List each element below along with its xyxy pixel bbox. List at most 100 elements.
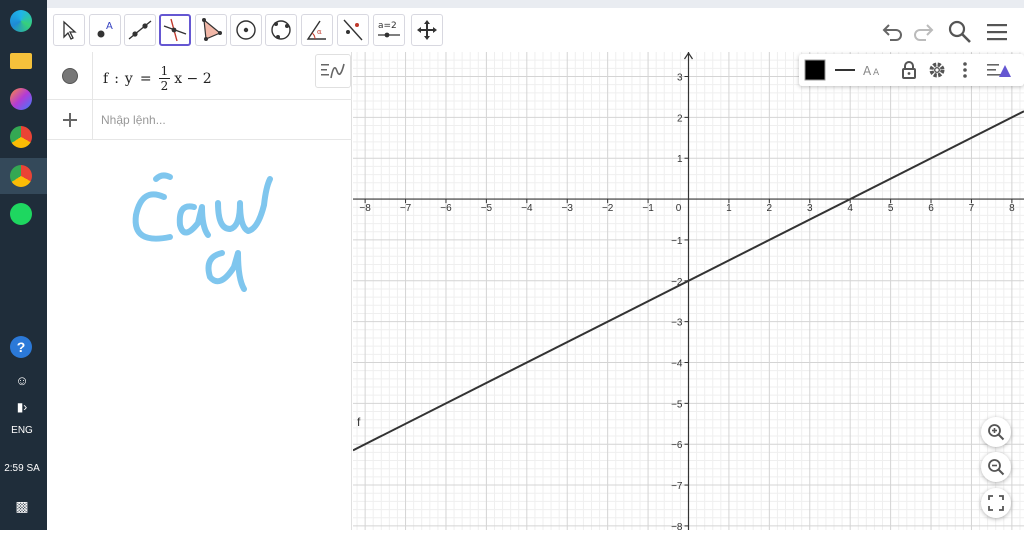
y-tick-label: 2 [677, 113, 683, 124]
line-style-icon [835, 69, 855, 71]
undo-button[interactable] [879, 18, 907, 46]
function-formula[interactable]: f : y = 1 2 x − 2 [103, 64, 212, 93]
line-icon [128, 20, 152, 40]
y-tick-label: −3 [671, 318, 683, 329]
circle-three-points-tool[interactable] [265, 14, 297, 46]
move-tool[interactable] [53, 14, 85, 46]
y-tick-label: −8 [671, 522, 683, 530]
lock-icon [902, 61, 916, 79]
x-tick-label: 1 [726, 203, 732, 214]
color-button[interactable] [801, 56, 829, 84]
chrome-profile-icon[interactable] [10, 165, 32, 187]
line-style-button[interactable] [831, 56, 859, 84]
edge-icon[interactable] [10, 10, 32, 32]
fraction-denominator: 2 [160, 79, 169, 93]
x-tick-label: 0 [676, 203, 682, 214]
more-options-button[interactable] [951, 56, 979, 84]
perpendicular-line-tool[interactable] [159, 14, 191, 46]
geogebra-toolbar: A α a=2 [47, 8, 1024, 52]
battery-icon: ▮› [16, 400, 28, 414]
color-swatch-icon [804, 59, 826, 81]
label-style-button[interactable]: AA [859, 56, 887, 84]
circle-tool[interactable] [230, 14, 262, 46]
x-tick-label: 5 [888, 203, 894, 214]
svg-text:A: A [873, 68, 880, 78]
help-icon[interactable]: ? [10, 336, 32, 358]
y-tick-label: 1 [677, 154, 683, 165]
visibility-toggle[interactable] [47, 52, 93, 99]
arrow-cursor-icon [63, 20, 77, 40]
hamburger-menu-icon [987, 24, 1007, 41]
browser-edge [47, 0, 1024, 8]
redo-button[interactable] [909, 18, 937, 46]
vertical-dots-icon [963, 62, 967, 78]
handwriting-annotation [132, 172, 273, 292]
fullscreen-icon [988, 495, 1004, 511]
graphics-view[interactable]: −8 −7 −6 −5 −4 −3 −2 −1 0 1 2 3 4 5 6 7 8 3 2 1 −1 −2 −3 −4 −5 −6… [352, 51, 1024, 533]
visibility-dot-icon [61, 67, 78, 84]
equals-sign: = [139, 70, 152, 87]
plus-icon [62, 112, 77, 127]
point-icon: A [97, 21, 113, 38]
svg-text:A: A [106, 21, 113, 32]
add-item-button[interactable] [47, 100, 93, 139]
algebra-item-f[interactable]: f : y = 1 2 x − 2 [47, 52, 352, 100]
move-graphics-tool[interactable] [411, 14, 443, 46]
spotify-icon[interactable] [10, 203, 32, 225]
folder-icon[interactable] [10, 53, 32, 69]
reflect-tool[interactable] [337, 14, 369, 46]
x-tick-label: −6 [440, 203, 452, 214]
language-indicator[interactable]: ENG [0, 425, 44, 436]
algebra-view: f : y = 1 2 x − 2 Nhập lệnh... [47, 52, 352, 530]
search-button[interactable] [946, 18, 974, 46]
point-tool[interactable]: A [89, 14, 121, 46]
x-tick-label: −7 [400, 203, 412, 214]
fix-object-button[interactable] [895, 56, 923, 84]
zoom-out-button[interactable] [981, 452, 1011, 482]
algebra-input-row[interactable]: Nhập lệnh... [47, 100, 352, 140]
redo-icon [914, 24, 934, 41]
coordinate-plane[interactable]: −8 −7 −6 −5 −4 −3 −2 −1 0 1 2 3 4 5 6 7 8321−1−2−3−4−5−6… [352, 51, 1024, 533]
reflect-icon [343, 19, 363, 41]
clock[interactable]: 2:59 SA [0, 463, 44, 474]
y-tick-label: −4 [671, 358, 683, 369]
circle-center-icon [236, 20, 256, 40]
polygon-tool[interactable] [195, 14, 227, 46]
x-tick-label: −1 [642, 203, 654, 214]
x-tick-label: 4 [847, 203, 853, 214]
input-bar[interactable]: Nhập lệnh... [101, 113, 166, 127]
undo-icon [882, 24, 902, 41]
search-icon [948, 20, 971, 43]
slider-tool[interactable]: a=2 [373, 14, 405, 46]
equation-rest: x − 2 [174, 70, 212, 87]
toggle-style-bar-button[interactable] [985, 56, 1013, 84]
x-tick-label: −2 [602, 203, 614, 214]
colon: : [114, 70, 119, 87]
function-name: f [103, 70, 109, 87]
line-tool[interactable] [124, 14, 156, 46]
zoom-out-icon [988, 459, 1005, 476]
fullscreen-button[interactable] [981, 488, 1011, 518]
svg-text:α: α [317, 28, 322, 36]
people-icon[interactable]: ☺ [0, 373, 44, 388]
angle-tool[interactable]: α [301, 14, 333, 46]
drop-app-icon[interactable] [10, 88, 32, 110]
settings-button[interactable] [923, 56, 951, 84]
label-style-icon: AA [863, 64, 880, 78]
x-tick-label: −8 [359, 203, 371, 214]
windows-taskbar: ? ☺ ▮› ENG 2:59 SA ▩ [0, 0, 47, 530]
fraction: 1 2 [158, 64, 171, 93]
style-bar-toggle-icon [987, 64, 1011, 77]
x-tick-label: 6 [928, 203, 934, 214]
zoom-in-button[interactable] [981, 417, 1011, 447]
x-tick-label: 2 [767, 203, 773, 214]
y-tick-label: 3 [677, 73, 683, 84]
move-graphics-icon [417, 20, 437, 40]
main-menu-button[interactable] [983, 18, 1011, 46]
circle-three-points-icon [271, 20, 291, 40]
angle-icon: α [306, 20, 326, 40]
notifications-icon[interactable]: ▩ [0, 498, 44, 515]
y-tick-label: −6 [671, 440, 683, 451]
chrome-icon[interactable] [10, 126, 32, 148]
function-f-label: f [357, 415, 361, 429]
